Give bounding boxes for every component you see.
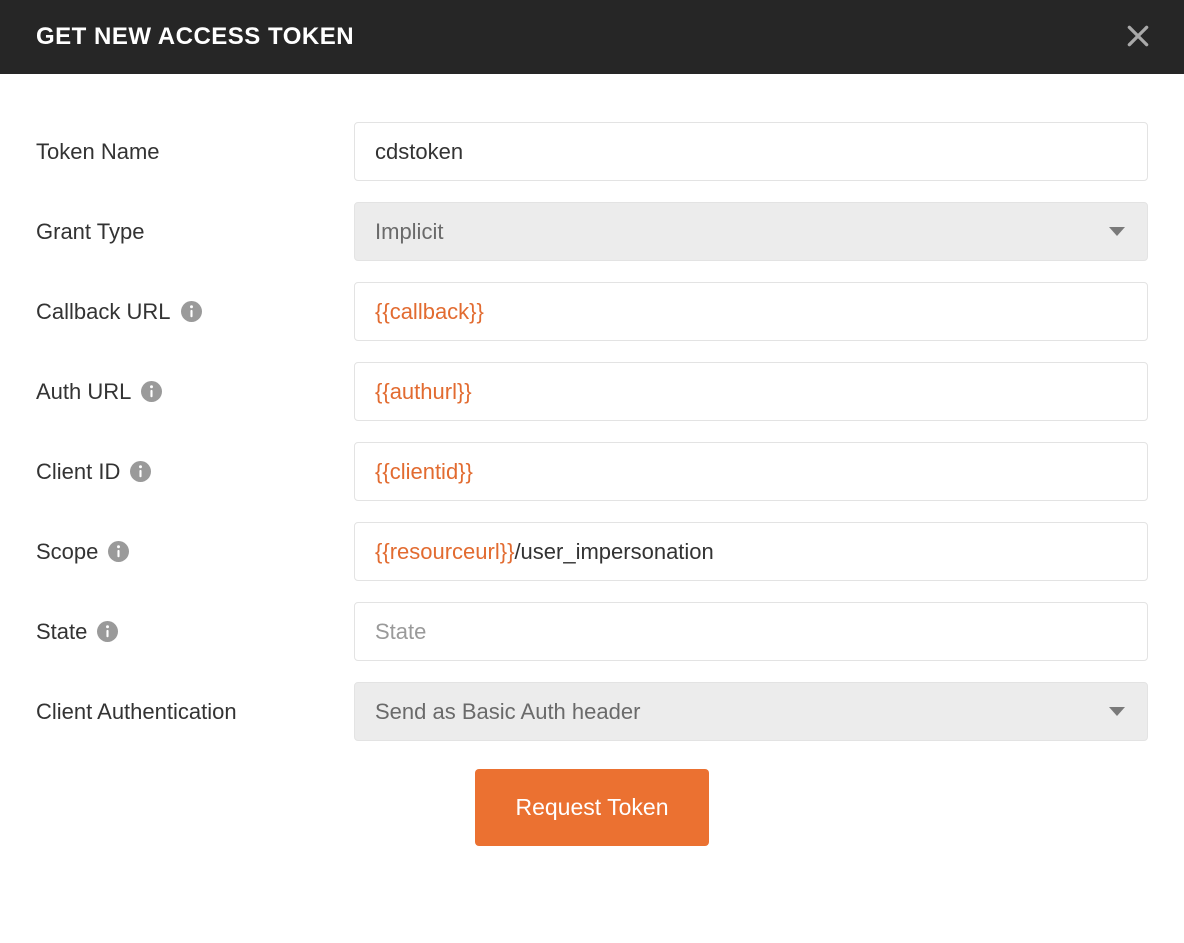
row-auth-url: Auth URL {{authurl}} — [36, 362, 1148, 421]
callback-url-input[interactable]: {{callback}} — [354, 282, 1148, 341]
row-callback-url: Callback URL {{callback}} — [36, 282, 1148, 341]
scope-input[interactable]: {{resourceurl}}/user_impersonation — [354, 522, 1148, 581]
access-token-modal: GET NEW ACCESS TOKEN Token Name cdstoken… — [0, 0, 1184, 896]
label-text: Client ID — [36, 459, 120, 485]
client-id-value: {{clientid}} — [375, 459, 1127, 485]
grant-type-value: Implicit — [375, 219, 443, 245]
label-client-id: Client ID — [36, 459, 354, 485]
label-grant-type: Grant Type — [36, 219, 354, 245]
chevron-down-icon — [1109, 707, 1125, 716]
label-client-auth: Client Authentication — [36, 699, 354, 725]
label-text: Grant Type — [36, 219, 144, 245]
token-name-value: cdstoken — [375, 139, 1127, 165]
row-grant-type: Grant Type Implicit — [36, 202, 1148, 261]
label-text: Callback URL — [36, 299, 171, 325]
close-icon — [1125, 23, 1151, 52]
row-token-name: Token Name cdstoken — [36, 122, 1148, 181]
row-state: State State — [36, 602, 1148, 661]
close-button[interactable] — [1122, 21, 1154, 53]
label-callback-url: Callback URL — [36, 299, 354, 325]
label-text: Auth URL — [36, 379, 131, 405]
label-text: Client Authentication — [36, 699, 237, 725]
state-placeholder: State — [375, 619, 1127, 645]
label-scope: Scope — [36, 539, 354, 565]
grant-type-select[interactable]: Implicit — [354, 202, 1148, 261]
modal-footer: Request Token — [36, 769, 1148, 846]
info-icon[interactable] — [181, 301, 202, 322]
request-token-button[interactable]: Request Token — [475, 769, 708, 846]
auth-url-input[interactable]: {{authurl}} — [354, 362, 1148, 421]
modal-header: GET NEW ACCESS TOKEN — [0, 0, 1184, 74]
modal-form: Token Name cdstoken Grant Type Implicit — [0, 74, 1184, 896]
client-id-input[interactable]: {{clientid}} — [354, 442, 1148, 501]
callback-url-value: {{callback}} — [375, 299, 1127, 325]
client-auth-select[interactable]: Send as Basic Auth header — [354, 682, 1148, 741]
label-text: State — [36, 619, 87, 645]
client-auth-value: Send as Basic Auth header — [375, 699, 640, 725]
row-scope: Scope {{resourceurl}}/user_impersonation — [36, 522, 1148, 581]
chevron-down-icon — [1109, 227, 1125, 236]
row-client-auth: Client Authentication Send as Basic Auth… — [36, 682, 1148, 741]
info-icon[interactable] — [97, 621, 118, 642]
token-name-input[interactable]: cdstoken — [354, 122, 1148, 181]
modal-title: GET NEW ACCESS TOKEN — [36, 23, 354, 51]
auth-url-value: {{authurl}} — [375, 379, 1127, 405]
scope-value: {{resourceurl}}/user_impersonation — [375, 539, 1127, 565]
row-client-id: Client ID {{clientid}} — [36, 442, 1148, 501]
state-input[interactable]: State — [354, 602, 1148, 661]
label-token-name: Token Name — [36, 139, 354, 165]
info-icon[interactable] — [108, 541, 129, 562]
info-icon[interactable] — [130, 461, 151, 482]
label-auth-url: Auth URL — [36, 379, 354, 405]
label-text: Token Name — [36, 139, 160, 165]
label-text: Scope — [36, 539, 98, 565]
label-state: State — [36, 619, 354, 645]
info-icon[interactable] — [141, 381, 162, 402]
